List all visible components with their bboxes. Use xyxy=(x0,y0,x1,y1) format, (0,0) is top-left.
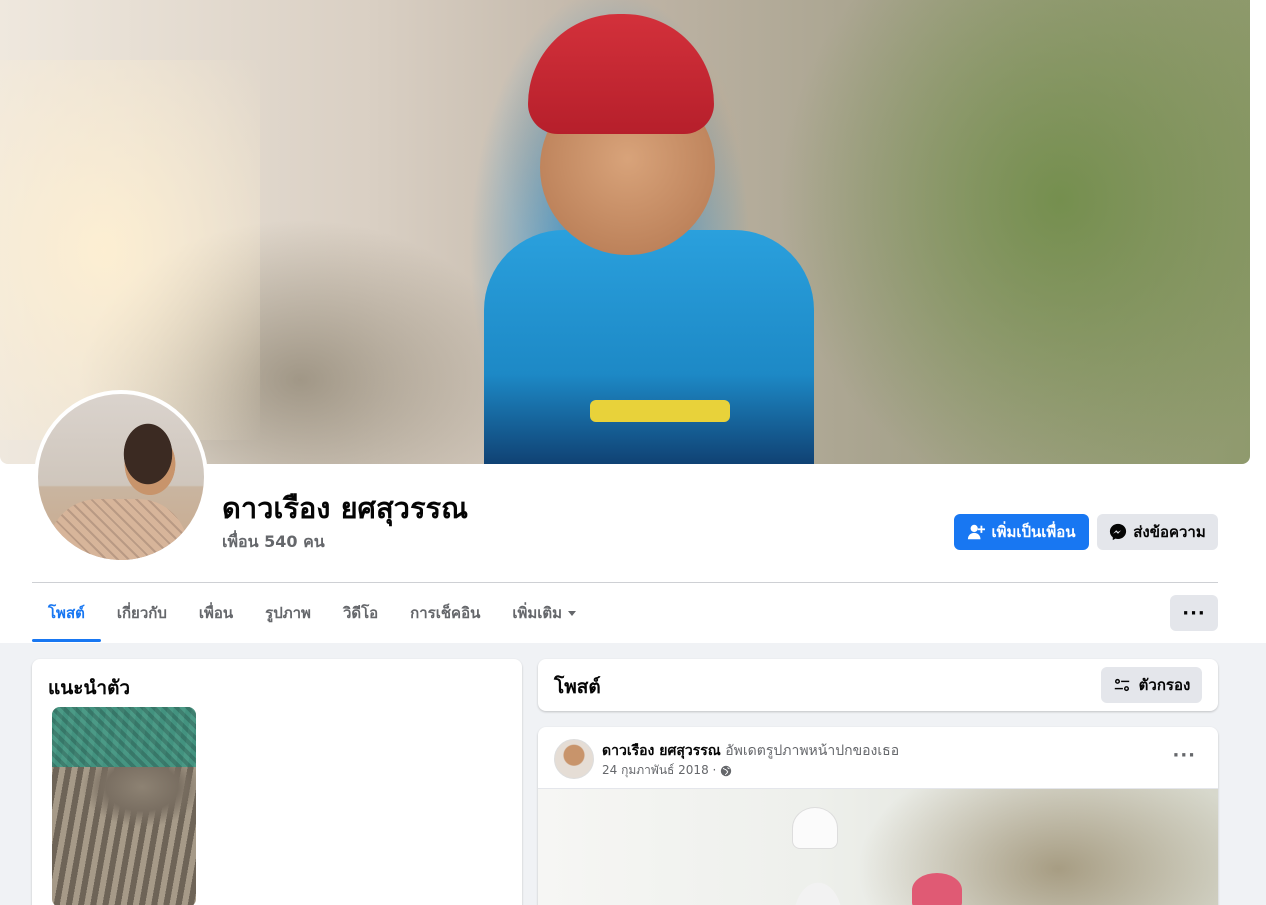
post-card: ดาวเรือง ยศสุวรรณ อัพเดตรูปภาพหน้าปกของเ… xyxy=(538,727,1218,905)
post-author-name[interactable]: ดาวเรือง ยศสุวรรณ xyxy=(602,743,721,759)
post-options-button[interactable]: ··· xyxy=(1172,745,1196,766)
profile-tabs: โพสต์ เกี่ยวกับ เพื่อน รูปภาพ วิดีโอ การ… xyxy=(32,584,592,642)
more-options-button[interactable]: ··· xyxy=(1170,595,1218,631)
post-image[interactable] xyxy=(538,788,1218,905)
cover-figure-stripe xyxy=(590,400,730,422)
add-friend-button[interactable]: เพิ่มเป็นเพื่อน xyxy=(954,514,1089,550)
post-image-cap xyxy=(912,873,962,905)
posts-header-card: โพสต์ ตัวกรอง xyxy=(538,659,1218,711)
intro-card: แนะนำตัว xyxy=(32,659,522,905)
tab-more-label: เพิ่มเติม xyxy=(512,604,563,622)
chevron-down-icon xyxy=(568,610,577,616)
tab-posts[interactable]: โพสต์ xyxy=(32,584,101,642)
tab-about-label: เกี่ยวกับ xyxy=(116,604,167,622)
tab-photos-label: รูปภาพ xyxy=(265,604,311,622)
add-friend-icon xyxy=(968,524,986,540)
post-image-hat xyxy=(792,807,838,849)
cover-figure-jacket xyxy=(484,230,814,464)
message-button[interactable]: ส่งข้อความ xyxy=(1097,514,1218,550)
tab-videos-label: วิดีโอ xyxy=(342,604,379,622)
profile-avatar[interactable] xyxy=(38,394,204,560)
avatar-shirt xyxy=(48,499,188,560)
tab-checkins-label: การเช็คอิน xyxy=(410,604,481,622)
cover-figure-cap xyxy=(528,14,714,134)
tab-photos[interactable]: รูปภาพ xyxy=(249,584,327,642)
tab-videos[interactable]: วิดีโอ xyxy=(327,584,394,642)
post-action-text: อัพเดตรูปภาพหน้าปกของเธอ xyxy=(725,743,900,759)
featured-photo[interactable] xyxy=(52,707,196,905)
tab-friends[interactable]: เพื่อน xyxy=(183,584,249,642)
friends-count[interactable]: เพื่อน 540 คน xyxy=(222,530,325,555)
filter-label: ตัวกรอง xyxy=(1138,676,1191,694)
globe-icon xyxy=(721,765,732,776)
add-friend-label: เพิ่มเป็นเพื่อน xyxy=(991,523,1076,541)
post-meta: 24 กุมภาพันธ์ 2018 · xyxy=(602,761,732,780)
header-divider xyxy=(32,582,1218,583)
intro-title: แนะนำตัว xyxy=(48,677,131,699)
post-author-avatar[interactable] xyxy=(554,739,594,779)
tab-about[interactable]: เกี่ยวกับ xyxy=(101,584,183,642)
tab-more[interactable]: เพิ่มเติม xyxy=(496,584,592,642)
tab-checkins[interactable]: การเช็คอิน xyxy=(394,584,496,642)
message-label: ส่งข้อความ xyxy=(1133,523,1206,541)
posts-title: โพสต์ xyxy=(554,676,601,698)
filter-icon xyxy=(1114,678,1129,692)
tab-posts-label: โพสต์ xyxy=(48,604,85,622)
featured-photo-mesh xyxy=(52,707,196,767)
profile-header: ดาวเรือง ยศสุวรรณ เพื่อน 540 คน เพิ่มเป็… xyxy=(0,0,1266,643)
post-header-line: ดาวเรือง ยศสุวรรณ อัพเดตรูปภาพหน้าปกของเ… xyxy=(602,740,899,762)
tab-friends-label: เพื่อน xyxy=(198,604,234,622)
cover-photo[interactable] xyxy=(0,0,1250,464)
cover-glare xyxy=(0,60,260,440)
post-date[interactable]: 24 กุมภาพันธ์ 2018 · xyxy=(602,761,716,780)
profile-name: ดาวเรือง ยศสุวรรณ xyxy=(222,491,469,525)
messenger-icon xyxy=(1110,523,1127,541)
filter-button[interactable]: ตัวกรอง xyxy=(1101,667,1202,703)
